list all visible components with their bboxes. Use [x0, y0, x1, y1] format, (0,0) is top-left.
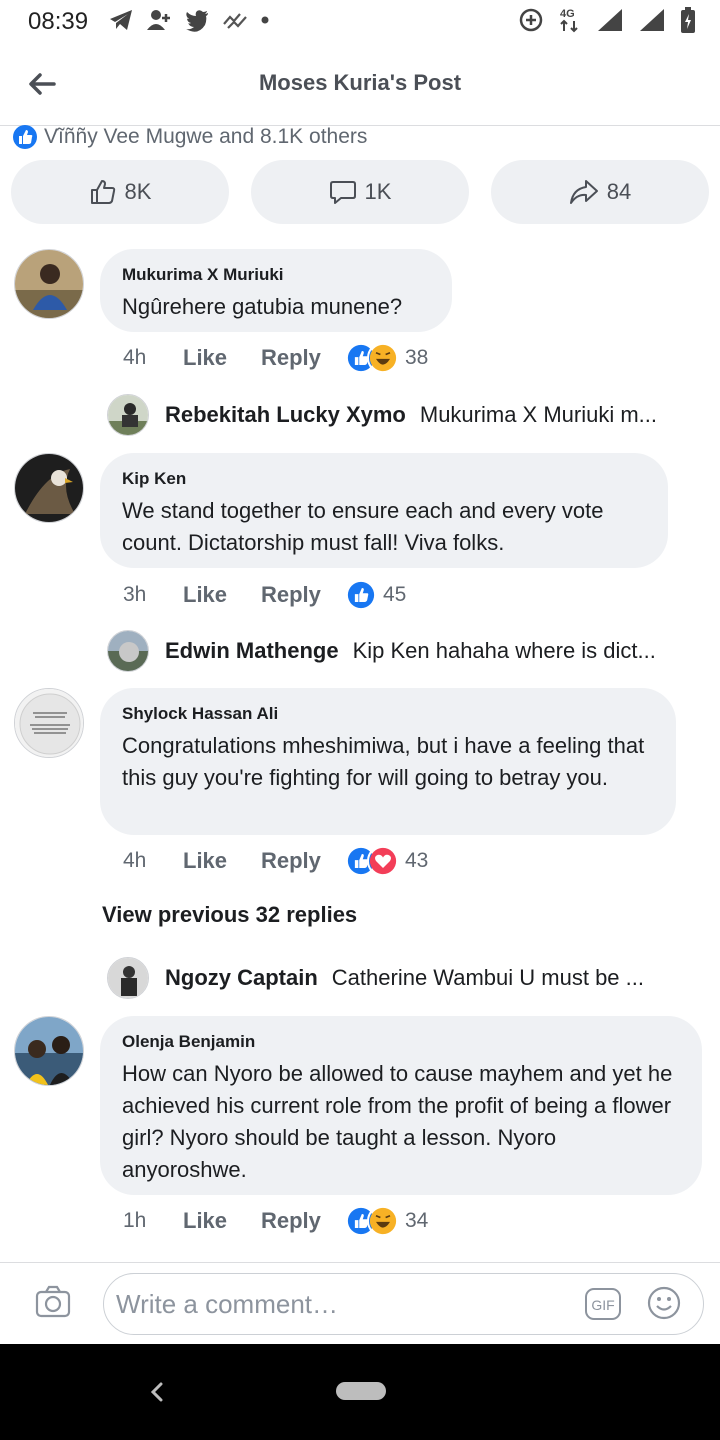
comment-time: 1h [123, 1209, 147, 1232]
app-header: Moses Kuria's Post [0, 44, 720, 126]
notification-icons [108, 8, 270, 32]
camera-icon[interactable] [34, 1283, 72, 1321]
avatar[interactable] [107, 394, 149, 436]
post-actions: 8K 1K 84 [11, 160, 709, 224]
nav-home-button[interactable] [336, 1382, 386, 1400]
comment-reply-button[interactable]: Reply [261, 345, 345, 371]
comment-reactions[interactable]: 45 [345, 579, 406, 611]
status-bar: 08:39 4G [0, 0, 720, 44]
avatar[interactable] [14, 453, 84, 523]
comment-time: 4h [123, 346, 147, 369]
avatar[interactable] [107, 957, 149, 999]
reaction-count: 43 [405, 849, 429, 872]
comment-time: 4h [123, 849, 147, 872]
comment-like-button[interactable]: Like [183, 848, 261, 874]
reply-text: Catherine Wambui U must be ... [331, 965, 644, 990]
activity-icon [223, 13, 247, 29]
comment-meta: 1h Like Reply 34 [123, 1205, 428, 1237]
comment-text: Congratulations mheshimiwa, but i have a… [122, 733, 645, 790]
comment-composer: GIF [0, 1262, 720, 1344]
svg-text:4G: 4G [560, 8, 575, 20]
reply-author[interactable]: Edwin Mathenge [165, 638, 339, 664]
like-button[interactable]: 8K [11, 160, 229, 224]
like-count: 8K [124, 179, 152, 204]
comment-like-button[interactable]: Like [183, 345, 261, 371]
signal-icon [598, 9, 622, 31]
comment-bubble[interactable]: Kip Ken We stand together to ensure each… [100, 453, 668, 568]
telegram-icon [110, 10, 132, 30]
twitter-icon [186, 10, 208, 32]
comment-like-button[interactable]: Like [183, 1208, 261, 1234]
reply-preview[interactable]: Ngozy Captain Catherine Wambui U must be… [107, 956, 673, 1000]
reaction-count: 34 [405, 1209, 429, 1232]
avatar[interactable] [14, 249, 84, 319]
battery-icon [681, 7, 695, 33]
dot-icon [261, 16, 269, 24]
reply-text: Kip Ken hahaha where is dict... [352, 638, 656, 663]
reply-preview[interactable]: Edwin Mathenge Kip Ken hahaha where is d… [107, 629, 687, 673]
svg-text:GIF: GIF [591, 1297, 614, 1313]
comment-time: 3h [123, 583, 147, 606]
reply-author[interactable]: Ngozy Captain [165, 965, 318, 991]
comment-text: We stand together to ensure each and eve… [122, 498, 604, 555]
comment-bubble[interactable]: Mukurima X Muriuki Ngûrehere gatubia mun… [100, 249, 452, 332]
haha-reaction-icon [367, 1205, 399, 1237]
reply-preview[interactable]: Rebekitah Lucky Xymo Mukurima X Muriuki … [107, 393, 687, 437]
comment-reactions[interactable]: 38 [345, 342, 428, 374]
system-icons: 4G [518, 6, 696, 34]
love-reaction-icon [367, 845, 399, 877]
avatar[interactable] [107, 630, 149, 672]
thumbs-up-icon [90, 180, 115, 204]
reaction-summary[interactable]: Vĩññy Vee Mugwe and 8.1K others [12, 124, 367, 150]
share-count: 84 [606, 179, 632, 204]
like-reaction-icon [345, 579, 377, 611]
reply-text: Mukurima X Muriuki m... [419, 402, 658, 427]
data-saver-icon [519, 8, 543, 32]
reaction-summary-text: Vĩññy Vee Mugwe and 8.1K others [44, 125, 368, 148]
comment-count: 1K [364, 179, 392, 204]
comment-reply-button[interactable]: Reply [261, 1208, 345, 1234]
signal-icon-2 [640, 9, 664, 31]
comment-author[interactable]: Shylock Hassan Ali [122, 704, 654, 724]
page-title: Moses Kuria's Post [258, 70, 462, 95]
emoji-icon[interactable] [646, 1285, 682, 1321]
reaction-count: 38 [405, 346, 429, 369]
nav-back-icon[interactable] [146, 1378, 168, 1406]
comment-meta: 4h Like Reply 38 [123, 342, 428, 374]
network-4g-icon: 4G [560, 8, 578, 33]
like-reaction-icon [13, 125, 37, 149]
comment-meta: 4h Like Reply 43 [123, 845, 428, 877]
comment-meta: 3h Like Reply 45 [123, 579, 406, 611]
view-previous-replies[interactable]: View previous 32 replies [102, 902, 357, 928]
comment-button[interactable]: 1K [251, 160, 469, 224]
system-nav-bar [0, 1344, 720, 1440]
avatar[interactable] [14, 1016, 84, 1086]
comment-reactions[interactable]: 34 [345, 1205, 428, 1237]
comment-author[interactable]: Kip Ken [122, 469, 646, 489]
comment-author[interactable]: Olenja Benjamin [122, 1032, 680, 1052]
add-friend-icon [147, 10, 170, 30]
avatar[interactable] [14, 688, 84, 758]
gif-icon[interactable]: GIF [584, 1287, 622, 1321]
haha-reaction-icon [367, 342, 399, 374]
comment-bubble[interactable]: Olenja Benjamin How can Nyoro be allowed… [100, 1016, 702, 1195]
comment-like-button[interactable]: Like [183, 582, 261, 608]
share-button[interactable]: 84 [491, 160, 709, 224]
status-time: 08:39 [28, 8, 89, 35]
comment-icon [329, 181, 356, 204]
comment-text: How can Nyoro be allowed to cause mayhem… [122, 1061, 673, 1182]
comment-bubble[interactable]: Shylock Hassan Ali Congratulations mhesh… [100, 688, 676, 835]
reply-author[interactable]: Rebekitah Lucky Xymo [165, 402, 406, 428]
share-icon [569, 180, 598, 204]
comment-text: Ngûrehere gatubia munene? [122, 294, 403, 319]
comment-reply-button[interactable]: Reply [261, 582, 345, 608]
comment-author[interactable]: Mukurima X Muriuki [122, 265, 430, 285]
comment-reply-button[interactable]: Reply [261, 848, 345, 874]
reaction-count: 45 [383, 583, 407, 606]
comment-reactions[interactable]: 43 [345, 845, 428, 877]
